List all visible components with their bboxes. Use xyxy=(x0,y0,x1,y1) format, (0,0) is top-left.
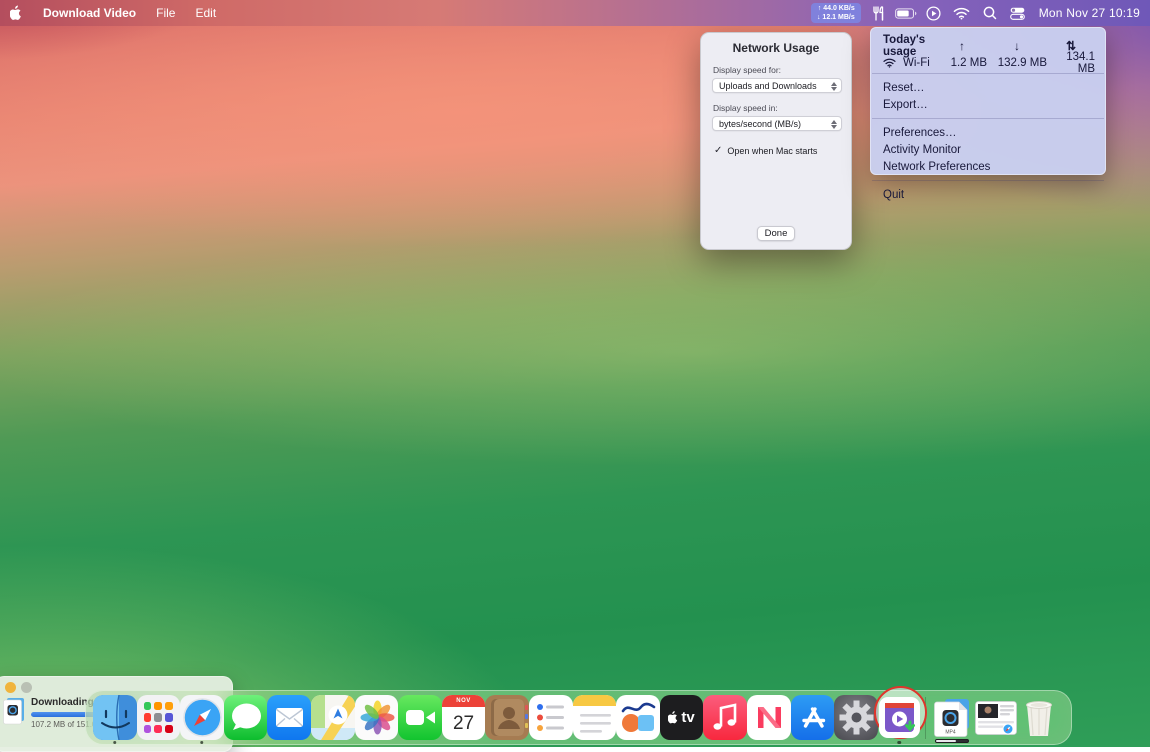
file-download-progress-bar xyxy=(935,739,969,744)
spotlight-search-icon[interactable] xyxy=(979,0,1001,26)
dock-icon-safari[interactable] xyxy=(180,690,224,745)
dock-icon-mp4-file[interactable]: MP4 xyxy=(930,690,974,745)
running-indicator xyxy=(200,741,204,745)
download-total: 132.9 MB xyxy=(987,57,1047,69)
dock-icon-news[interactable] xyxy=(747,690,791,745)
menu-app-name[interactable]: Download Video xyxy=(33,0,146,26)
battery-icon[interactable] xyxy=(895,0,917,26)
network-usage-menu: Today's usage ↑ ↓ ⇅ Wi-Fi 1.2 MB 132.9 M… xyxy=(870,27,1106,175)
interface-name: Wi-Fi xyxy=(903,57,930,69)
open-at-startup-checkbox[interactable]: ✓ Open when Mac starts xyxy=(714,145,851,156)
dock: NOV 27 tv xyxy=(85,690,1072,745)
upload-column-icon: ↑ xyxy=(937,39,987,53)
dock-icon-apple-tv[interactable]: tv xyxy=(660,690,704,745)
downloading-file-icon xyxy=(3,697,25,729)
dock-icon-notes[interactable] xyxy=(573,690,617,745)
display-speed-in-value: bytes/second (MB/s) xyxy=(719,119,801,129)
upload-total: 1.2 MB xyxy=(937,57,987,69)
running-indicator xyxy=(113,741,117,745)
display-speed-for-label: Display speed for: xyxy=(713,65,851,75)
menu-bar: Download Video File Edit ↑ 44.0 KB/s ↓ 1… xyxy=(0,0,1150,26)
calendar-day-label: 27 xyxy=(442,707,486,740)
zoom-traffic-light[interactable] xyxy=(21,682,32,693)
dock-icon-reminders[interactable] xyxy=(529,690,573,745)
menu-separator xyxy=(872,180,1104,181)
dialog-title: Network Usage xyxy=(701,33,851,55)
now-playing-icon[interactable] xyxy=(923,0,945,26)
wifi-small-icon xyxy=(883,58,896,68)
dock-icon-launchpad[interactable] xyxy=(137,690,181,745)
mp4-label: MP4 xyxy=(945,729,956,735)
minimize-traffic-light[interactable] xyxy=(5,682,16,693)
apple-logo-icon xyxy=(10,5,23,21)
todays-usage-label: Today's usage xyxy=(883,34,937,58)
menu-item-activity-monitor[interactable]: Activity Monitor xyxy=(871,141,1105,158)
dock-icon-messages[interactable] xyxy=(224,690,268,745)
running-indicator xyxy=(898,741,902,745)
dock-icon-contacts[interactable] xyxy=(485,690,529,745)
dock-icon-facetime[interactable] xyxy=(398,690,442,745)
display-speed-in-select[interactable]: bytes/second (MB/s) xyxy=(712,116,842,131)
dock-icon-maps[interactable] xyxy=(311,690,355,745)
display-speed-in-label: Display speed in: xyxy=(713,103,851,113)
select-stepper-icon xyxy=(829,81,838,91)
dock-icon-minimized-window[interactable] xyxy=(974,690,1018,745)
menu-item-network-preferences[interactable]: Network Preferences xyxy=(871,158,1105,175)
dock-icon-calendar[interactable]: NOV 27 xyxy=(442,690,486,745)
dock-icon-download-video-app[interactable] xyxy=(878,690,922,745)
dock-icon-app-store[interactable] xyxy=(791,690,835,745)
dock-icon-trash[interactable] xyxy=(1017,690,1061,745)
dock-icon-mail[interactable] xyxy=(267,690,311,745)
checkbox-label: Open when Mac starts xyxy=(727,146,817,156)
select-stepper-icon xyxy=(829,119,838,129)
network-usage-dialog: Network Usage Display speed for: Uploads… xyxy=(700,32,852,250)
dock-icon-finder[interactable] xyxy=(93,690,137,745)
dock-icon-music[interactable] xyxy=(703,690,747,745)
file-download-progress-fill xyxy=(936,740,956,743)
wifi-icon[interactable] xyxy=(951,0,973,26)
dock-icon-freeform[interactable] xyxy=(616,690,660,745)
menu-item-export[interactable]: Export… xyxy=(871,96,1105,113)
utensils-app-icon[interactable] xyxy=(867,0,889,26)
tv-label: tv xyxy=(681,709,694,726)
combined-total: 134.1 MB xyxy=(1047,51,1095,75)
menu-separator xyxy=(872,118,1104,119)
menu-item-preferences[interactable]: Preferences… xyxy=(871,124,1105,141)
display-speed-for-select[interactable]: Uploads and Downloads xyxy=(712,78,842,93)
menu-item-quit[interactable]: Quit xyxy=(871,186,1105,203)
checkmark-icon: ✓ xyxy=(714,145,722,156)
menu-edit[interactable]: Edit xyxy=(185,0,226,26)
usage-header-row: Today's usage ↑ ↓ ⇅ xyxy=(871,34,1105,51)
apple-logo-icon xyxy=(668,711,679,724)
menu-file[interactable]: File xyxy=(146,0,185,26)
display-speed-for-value: Uploads and Downloads xyxy=(719,81,817,91)
download-speed: ↓ 12.1 MB/s xyxy=(817,13,855,22)
upload-speed: ↑ 44.0 KB/s xyxy=(817,4,855,13)
done-button[interactable]: Done xyxy=(757,226,795,241)
download-column-icon: ↓ xyxy=(987,39,1047,53)
dock-icon-photos[interactable] xyxy=(355,690,399,745)
menu-bar-clock[interactable]: Mon Nov 27 10:19 xyxy=(1035,6,1140,20)
launchpad-grid-icon xyxy=(144,702,174,733)
menu-item-reset[interactable]: Reset… xyxy=(871,79,1105,96)
calendar-month-label: NOV xyxy=(442,695,486,707)
network-speed-widget[interactable]: ↑ 44.0 KB/s ↓ 12.1 MB/s xyxy=(811,3,861,23)
control-center-icon[interactable] xyxy=(1007,0,1029,26)
apple-menu[interactable] xyxy=(0,0,33,26)
dock-icon-system-settings[interactable] xyxy=(834,690,878,745)
